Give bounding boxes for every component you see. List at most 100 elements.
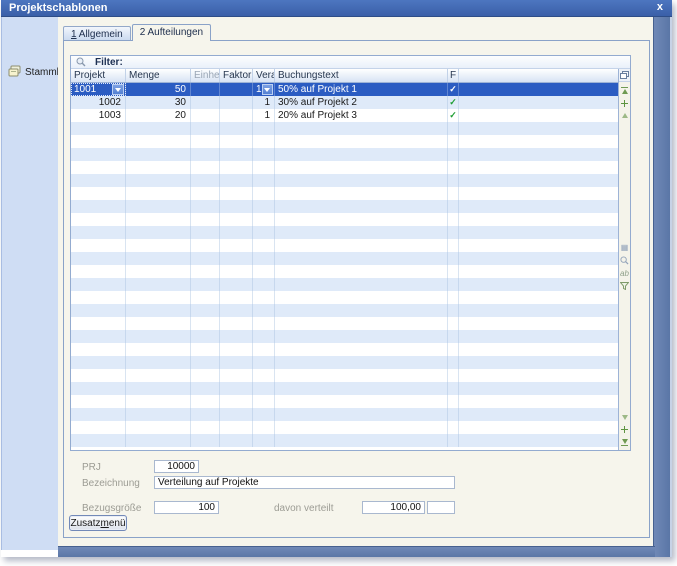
table-row-empty[interactable] (71, 122, 618, 135)
cell-fill[interactable] (459, 291, 618, 304)
table-row-empty[interactable] (71, 434, 618, 447)
plus-icon[interactable] (621, 426, 628, 433)
cell-faktor[interactable] (220, 109, 253, 122)
table-row[interactable]: 100230130% auf Projekt 2✓ (71, 96, 618, 109)
cell-fill[interactable] (459, 395, 618, 408)
cell-faktor[interactable] (220, 161, 253, 174)
cell-f[interactable] (448, 356, 459, 369)
cell-einheit[interactable] (191, 135, 220, 148)
cell-vera[interactable] (253, 382, 275, 395)
cell-menge[interactable]: 50 (126, 83, 191, 96)
cell-fill[interactable] (459, 278, 618, 291)
cell-fill[interactable] (459, 369, 618, 382)
cell-vera[interactable] (253, 369, 275, 382)
cell-menge[interactable] (126, 252, 191, 265)
cell-f[interactable] (448, 421, 459, 434)
cell-einheit[interactable] (191, 187, 220, 200)
cell-buchungstext[interactable]: 20% auf Projekt 3 (275, 109, 448, 122)
cell-f[interactable] (448, 200, 459, 213)
table-row-empty[interactable] (71, 330, 618, 343)
cell-einheit[interactable] (191, 200, 220, 213)
cell-faktor[interactable] (220, 317, 253, 330)
cell-faktor[interactable] (220, 382, 253, 395)
table-row-empty[interactable] (71, 135, 618, 148)
cell-f[interactable] (448, 278, 459, 291)
cell-projekt[interactable] (71, 330, 126, 343)
cell-f[interactable]: ✓ (448, 109, 459, 122)
scroll-last-button[interactable] (621, 439, 628, 446)
cell-buchungstext[interactable] (275, 174, 448, 187)
cell-einheit[interactable] (191, 278, 220, 291)
cell-menge[interactable] (126, 239, 191, 252)
cell-vera[interactable] (253, 239, 275, 252)
cell-einheit[interactable] (191, 239, 220, 252)
cell-buchungstext[interactable]: 30% auf Projekt 2 (275, 96, 448, 109)
cell-f[interactable]: ✓ (448, 83, 459, 96)
cell-projekt[interactable] (71, 434, 126, 447)
cell-f[interactable] (448, 135, 459, 148)
close-icon[interactable]: x (657, 1, 663, 13)
cell-projekt[interactable] (71, 226, 126, 239)
bezeichnung-field[interactable] (154, 476, 455, 489)
cell-projekt[interactable]: 1001 (71, 83, 126, 96)
search-icon[interactable] (620, 256, 629, 265)
cell-f[interactable] (448, 174, 459, 187)
cell-einheit[interactable] (191, 265, 220, 278)
cell-buchungstext[interactable] (275, 252, 448, 265)
cell-projekt[interactable] (71, 421, 126, 434)
cell-projekt[interactable] (71, 382, 126, 395)
cell-projekt[interactable] (71, 161, 126, 174)
cell-f[interactable]: ✓ (448, 96, 459, 109)
column-chooser-button[interactable] (619, 69, 630, 82)
cell-menge[interactable] (126, 304, 191, 317)
cell-f[interactable] (448, 239, 459, 252)
table-row-empty[interactable] (71, 395, 618, 408)
cell-buchungstext[interactable] (275, 291, 448, 304)
table-row-empty[interactable] (71, 304, 618, 317)
zusatzmenu-button[interactable]: Zusatzmenü (69, 515, 127, 531)
cell-buchungstext[interactable] (275, 239, 448, 252)
cell-f[interactable] (448, 408, 459, 421)
cell-projekt[interactable] (71, 148, 126, 161)
cell-menge[interactable] (126, 187, 191, 200)
cell-faktor[interactable] (220, 239, 253, 252)
cell-menge[interactable]: 30 (126, 96, 191, 109)
cell-einheit[interactable] (191, 174, 220, 187)
cell-projekt[interactable] (71, 317, 126, 330)
cell-fill[interactable] (459, 252, 618, 265)
cell-menge[interactable] (126, 122, 191, 135)
cell-fill[interactable] (459, 148, 618, 161)
cell-faktor[interactable] (220, 434, 253, 447)
table-row-empty[interactable] (71, 421, 618, 434)
cell-f[interactable] (448, 122, 459, 135)
table-row-empty[interactable] (71, 200, 618, 213)
cell-vera[interactable] (253, 343, 275, 356)
cell-vera[interactable]: 1 (253, 109, 275, 122)
cell-einheit[interactable] (191, 343, 220, 356)
cell-projekt[interactable] (71, 200, 126, 213)
cell-faktor[interactable] (220, 200, 253, 213)
bezugsgroesse-field[interactable] (154, 501, 219, 514)
cell-faktor[interactable] (220, 83, 253, 96)
cell-einheit[interactable] (191, 382, 220, 395)
cell-fill[interactable] (459, 109, 618, 122)
cell-f[interactable] (448, 434, 459, 447)
scroll-first-button[interactable] (621, 87, 628, 94)
cell-einheit[interactable] (191, 148, 220, 161)
cell-faktor[interactable] (220, 226, 253, 239)
cell-menge[interactable] (126, 213, 191, 226)
cell-f[interactable] (448, 187, 459, 200)
cell-f[interactable] (448, 395, 459, 408)
cell-buchungstext[interactable] (275, 382, 448, 395)
cell-vera[interactable] (253, 135, 275, 148)
title-bar[interactable]: Projektschablonen x (1, 0, 672, 17)
tab-allgemein[interactable]: 1 Allgemein (63, 26, 131, 41)
davon-verteilt-extra-field[interactable] (427, 501, 455, 514)
cell-vera[interactable]: 1 (253, 83, 275, 96)
cell-fill[interactable] (459, 135, 618, 148)
column-header-vera[interactable]: Vera (253, 69, 275, 82)
cell-buchungstext[interactable] (275, 278, 448, 291)
cell-fill[interactable] (459, 434, 618, 447)
cell-buchungstext[interactable] (275, 408, 448, 421)
cell-vera[interactable] (253, 434, 275, 447)
